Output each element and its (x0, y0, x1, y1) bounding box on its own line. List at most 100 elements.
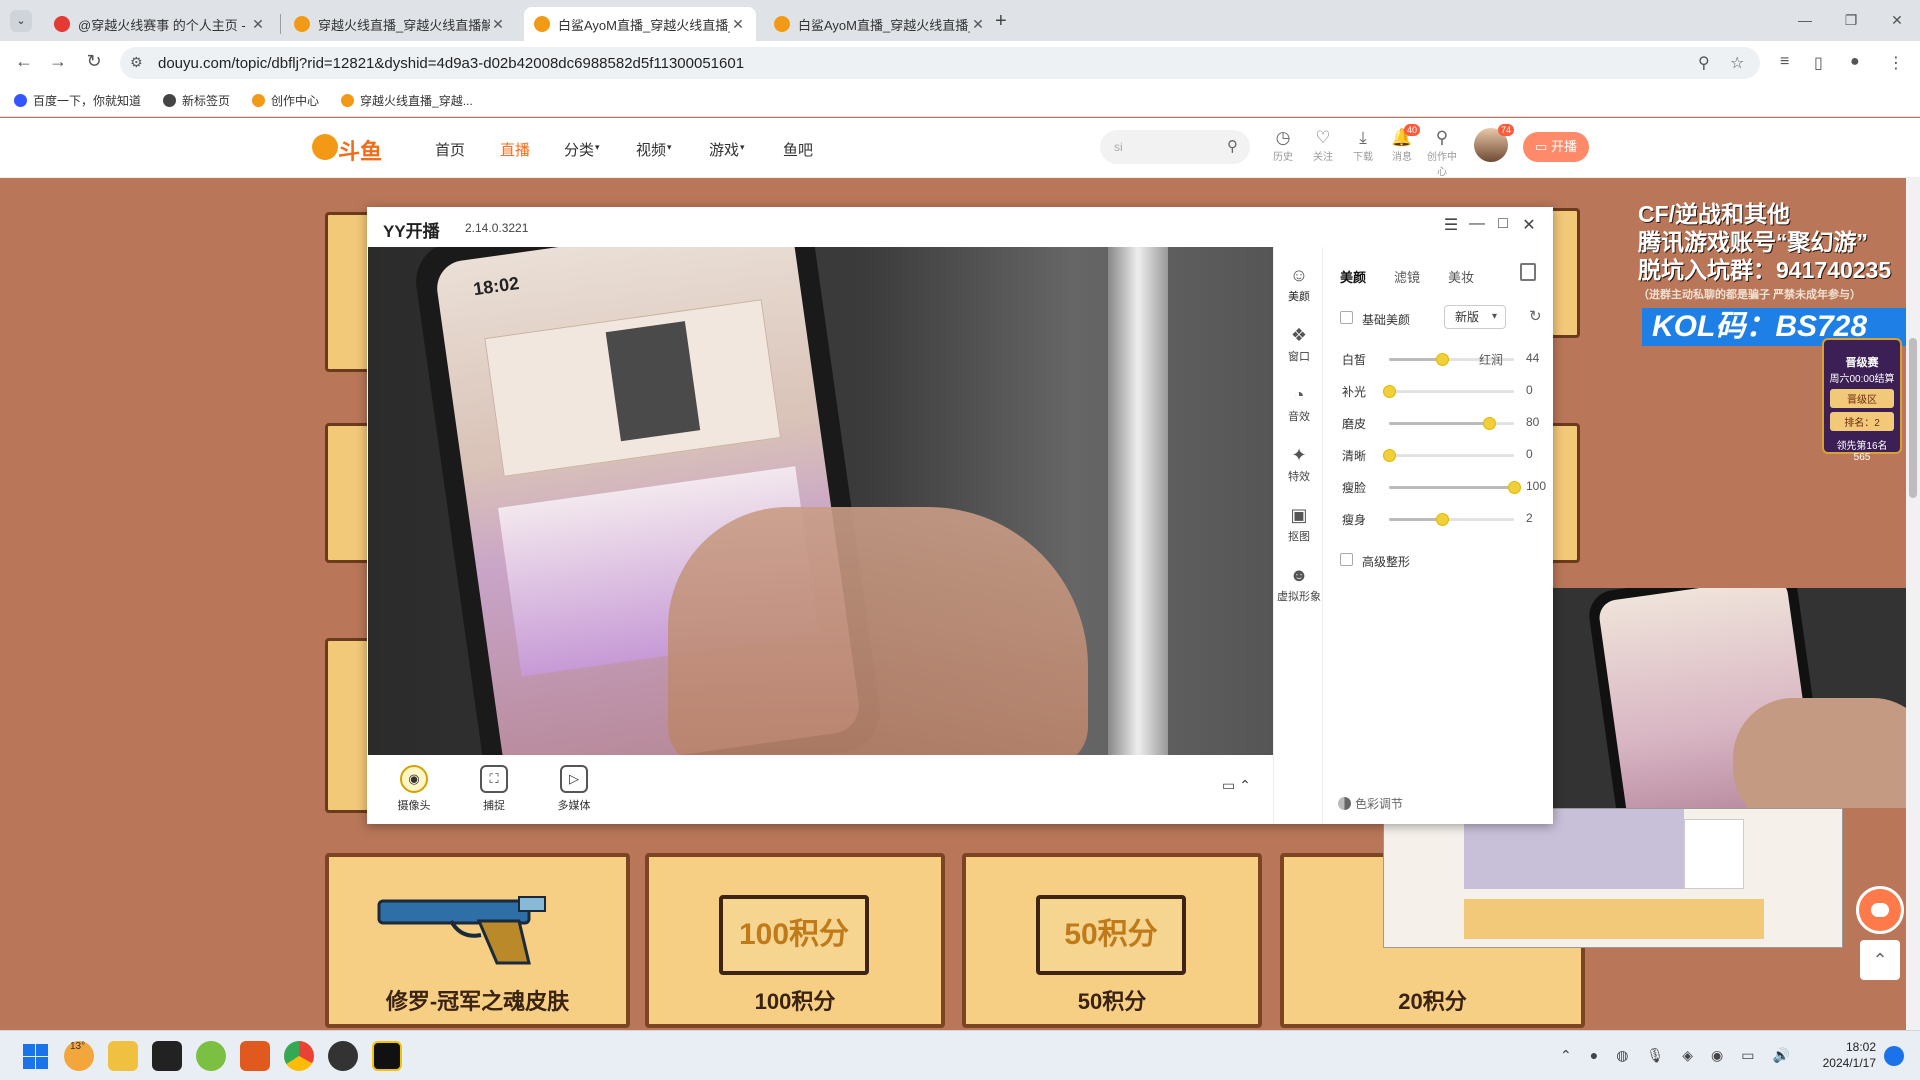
taskbar-app-icon[interactable] (240, 1041, 270, 1071)
back-to-top-button[interactable]: ⌃ (1860, 940, 1900, 980)
new-tab-button[interactable]: + (995, 10, 1007, 33)
close-tab-icon[interactable]: ✕ (730, 16, 746, 33)
menu-icon[interactable]: ☰ (1440, 215, 1462, 235)
search-icon[interactable]: ⚲ (1227, 130, 1238, 164)
back-icon[interactable]: ← (12, 51, 36, 72)
site-info-icon[interactable]: ⚙ (130, 54, 143, 71)
site-nav-5[interactable]: 鱼吧 (783, 139, 813, 160)
chevron-up-icon[interactable]: ⌃ (1560, 1047, 1572, 1064)
site-nav-2[interactable]: 分类 (564, 139, 594, 160)
bookmark-item[interactable]: 新标签页 (163, 92, 230, 109)
version-select[interactable]: 新版 ▾ (1444, 305, 1506, 329)
forward-icon[interactable]: → (46, 51, 70, 72)
advanced-shape-checkbox[interactable] (1340, 553, 1353, 566)
prize-card-50[interactable]: 50积分 50积分 (962, 853, 1262, 1028)
slider-track[interactable] (1389, 481, 1521, 494)
bookmark-item[interactable]: 百度一下，你就知道 (14, 92, 141, 109)
taskbar-app-icon[interactable] (328, 1041, 358, 1071)
site-nav-1[interactable]: 直播 (500, 139, 530, 160)
maximize-icon[interactable]: □ (1492, 215, 1514, 233)
restore-icon[interactable]: ❐ (1828, 0, 1874, 41)
minimize-icon[interactable]: — (1466, 215, 1488, 233)
camera-switch-icon[interactable]: ▭ ⌃ (1222, 777, 1251, 794)
bookmark-item[interactable]: 创作中心 (252, 92, 319, 109)
sidebar-item-0[interactable]: ☺ 美颜 (1274, 265, 1324, 304)
history-button[interactable]: ◷ 历史 (1265, 128, 1301, 163)
microphone-icon[interactable]: 🎙 (1646, 1047, 1664, 1064)
basic-beauty-checkbox[interactable] (1340, 311, 1353, 324)
system-clock[interactable]: 18:02 2024/1/17 (1818, 1039, 1876, 1071)
browser-tab[interactable]: 白鲨AyoM直播_穿越火线直播_ ✕ (764, 7, 996, 41)
close-tab-icon[interactable]: ✕ (970, 16, 986, 33)
taskbar-app-icon[interactable] (152, 1041, 182, 1071)
site-search-input[interactable]: si ⚲ (1100, 130, 1250, 164)
site-nav-0[interactable]: 首页 (435, 139, 465, 160)
tray-app-icon[interactable]: ◉ (1711, 1047, 1723, 1064)
creator-button[interactable]: ⚲ 创作中心 (1424, 128, 1460, 178)
tab-makeup[interactable]: 美妆 (1448, 267, 1474, 286)
network-icon[interactable]: ▭ (1741, 1047, 1754, 1064)
yy-taskbar-icon[interactable] (372, 1041, 402, 1071)
rank-zone-button[interactable]: 晋级区 (1830, 389, 1894, 408)
sidebar-item-2[interactable]: ◔ 音效 (1274, 385, 1324, 424)
taskbar-app-icon[interactable] (108, 1041, 138, 1071)
page-scrollbar[interactable] (1906, 178, 1920, 1030)
compare-icon[interactable] (1520, 263, 1536, 281)
slider-knob[interactable] (1508, 481, 1521, 494)
scrollbar-thumb[interactable] (1909, 338, 1917, 498)
slider-track[interactable] (1389, 513, 1514, 526)
slider-track[interactable] (1389, 417, 1514, 430)
close-icon[interactable]: ✕ (1874, 0, 1920, 41)
tab-list-button[interactable]: ⌄ (10, 10, 32, 32)
browser-tab[interactable]: 白鲨AyoM直播_穿越火线直播_ ✕ (524, 7, 756, 41)
reload-icon[interactable]: ↻ (82, 51, 106, 72)
prize-card-skin[interactable]: 修罗-冠军之魂皮肤 (325, 853, 630, 1028)
tray-app-icon[interactable]: ◈ (1682, 1047, 1693, 1064)
tray-app-icon[interactable]: ◍ (1616, 1047, 1628, 1064)
menu-icon[interactable]: ⋮ (1888, 53, 1904, 73)
start-button[interactable] (20, 1041, 50, 1071)
minimize-icon[interactable]: — (1782, 0, 1828, 41)
slider-track[interactable] (1383, 449, 1514, 462)
rank-card[interactable]: 晋级赛 周六00:00结算 晋级区 排名：2 领先第16名 565 (1822, 338, 1902, 463)
download-button[interactable]: ⤓ 下载 (1345, 128, 1381, 163)
bookmark-item[interactable]: 穿越火线直播_穿越... (341, 92, 473, 109)
follow-button[interactable]: ♡ 关注 (1305, 128, 1341, 163)
bookmark-star-icon[interactable]: ☆ (1730, 53, 1744, 73)
zoom-icon[interactable]: ⚲ (1698, 53, 1710, 73)
tray-app-icon[interactable]: ● (1590, 1047, 1598, 1064)
sidebar-item-5[interactable]: ☻ 虚拟形象 (1274, 565, 1324, 604)
chrome-icon[interactable] (284, 1041, 314, 1071)
site-nav-4[interactable]: 游戏 (709, 139, 739, 160)
capture-tool-button[interactable]: ⛶ 捕捉 (469, 765, 519, 813)
browser-tab[interactable]: @穿越火线赛事 的个人主页 - 抖 ✕ (44, 7, 276, 41)
tab-beauty[interactable]: 美颜 (1340, 267, 1366, 286)
reset-icon[interactable]: ↻ (1529, 307, 1542, 325)
close-tab-icon[interactable]: ✕ (250, 16, 266, 33)
sidebar-item-1[interactable]: ❖ 窗口 (1274, 325, 1324, 364)
slider-knob[interactable] (1383, 449, 1396, 462)
slider-knob[interactable] (1435, 513, 1449, 526)
sidebar-item-3[interactable]: ✦ 特效 (1274, 445, 1324, 484)
sidebar-icon[interactable]: ▯ (1814, 53, 1823, 73)
address-bar[interactable]: ⚙ douyu.com/topic/dbflj?rid=12821&dyshid… (120, 47, 1760, 79)
avatar[interactable]: 74 (1474, 124, 1514, 162)
close-tab-icon[interactable]: ✕ (490, 16, 506, 33)
media-icon[interactable]: ≡ (1780, 53, 1789, 71)
color-adjust-button[interactable]: 色彩调节 (1338, 795, 1403, 812)
volume-icon[interactable]: 🔊 (1772, 1047, 1789, 1064)
notification-icon[interactable] (1884, 1046, 1904, 1066)
sidebar-item-4[interactable]: ▣ 抠图 (1274, 505, 1324, 544)
douyu-logo[interactable]: 斗鱼 (312, 132, 382, 164)
prize-card-100[interactable]: 100积分 100积分 (645, 853, 945, 1028)
camera-tool-button[interactable]: ◉ 摄像头 (389, 765, 439, 813)
site-nav-3[interactable]: 视频 (636, 139, 666, 160)
chat-float-button[interactable] (1856, 886, 1904, 934)
close-icon[interactable]: ✕ (1518, 215, 1540, 235)
taskbar-app-icon[interactable] (196, 1041, 226, 1071)
media-tool-button[interactable]: ▷ 多媒体 (549, 765, 599, 813)
yy-title-bar[interactable]: YY开播 2.14.0.3221 ☰ — □ ✕ (367, 207, 1553, 247)
browser-tab[interactable]: 穿越火线直播_穿越火线直播解 ✕ (284, 7, 516, 41)
start-stream-button[interactable]: ▭ 开播 (1523, 132, 1589, 162)
slider-knob[interactable] (1483, 417, 1496, 430)
